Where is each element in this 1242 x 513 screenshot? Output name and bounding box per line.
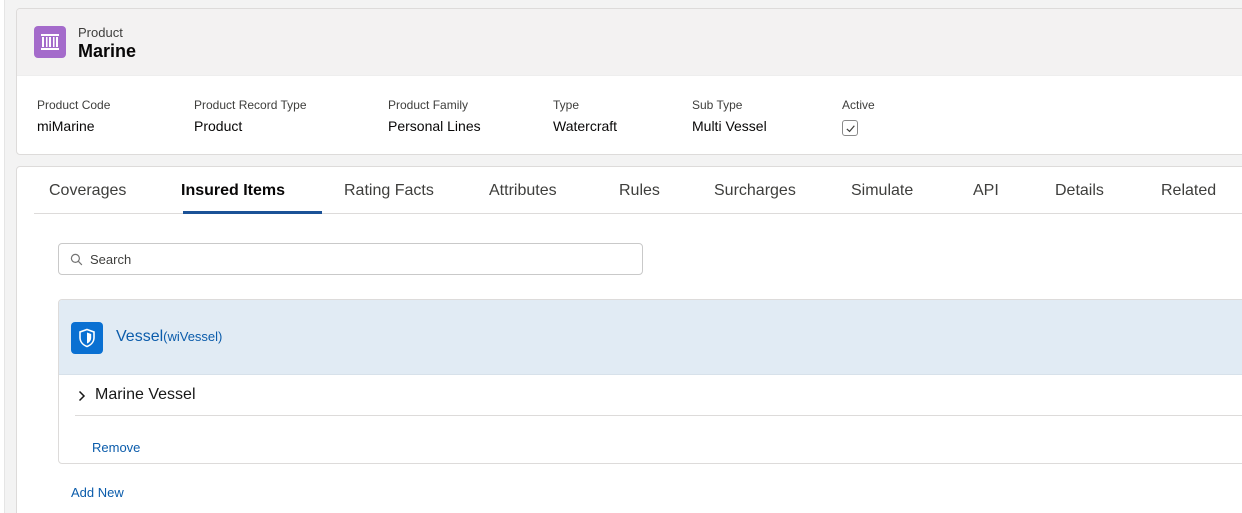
add-new-link[interactable]: Add New	[71, 485, 124, 500]
field-sub-type: Sub Type Multi Vessel	[692, 98, 767, 134]
tab-coverages[interactable]: Coverages	[49, 167, 126, 214]
tab-api[interactable]: API	[973, 167, 999, 214]
field-label: Product Family	[388, 98, 469, 112]
barcode-icon	[41, 34, 59, 50]
search-icon	[70, 253, 83, 266]
field-value: Personal Lines	[388, 118, 481, 134]
insured-item-name: Vessel	[116, 328, 164, 345]
search-box[interactable]	[58, 243, 643, 275]
tab-rules[interactable]: Rules	[619, 167, 660, 214]
field-label: Sub Type	[692, 98, 743, 112]
field-label: Product Record Type	[194, 98, 307, 112]
insured-item-link[interactable]: Vessel(wiVessel)	[116, 328, 222, 346]
remove-link[interactable]: Remove	[92, 440, 140, 455]
field-value: Product	[194, 118, 243, 134]
field-product-code: Product Code miMarine	[37, 98, 110, 134]
highlights-panel: Product Code miMarine Product Record Typ…	[17, 76, 1242, 154]
search-input[interactable]	[90, 244, 630, 274]
active-checkbox	[842, 120, 858, 136]
field-type: Type Watercraft	[553, 98, 617, 134]
record-title: Marine	[78, 41, 137, 61]
tab-related[interactable]: Related	[1161, 167, 1216, 214]
expandable-section-marine-vessel[interactable]: Marine Vessel	[75, 375, 1242, 416]
tab-details[interactable]: Details	[1055, 167, 1104, 214]
tab-bar: Coverages Insured Items Rating Facts Att…	[34, 167, 1242, 214]
insured-item-card: Vessel(wiVessel) Marine Vessel Remove	[58, 299, 1242, 464]
shield-icon	[79, 328, 95, 348]
field-label: Type	[553, 98, 580, 112]
checkmark-icon	[845, 124, 855, 132]
field-label: Product Code	[37, 98, 111, 112]
item-icon	[71, 322, 103, 354]
field-value: Watercraft	[553, 118, 618, 134]
page-left-edge	[0, 0, 5, 513]
section-label: Marine Vessel	[95, 386, 196, 403]
tab-surcharges[interactable]: Surcharges	[714, 167, 796, 214]
tab-rating-facts[interactable]: Rating Facts	[344, 167, 434, 214]
insured-item-header: Vessel(wiVessel)	[59, 300, 1242, 375]
chevron-right-icon	[78, 390, 86, 402]
tab-attributes[interactable]: Attributes	[489, 167, 557, 214]
active-tab-indicator	[183, 211, 322, 214]
field-label: Active	[842, 98, 875, 112]
tab-simulate[interactable]: Simulate	[851, 167, 913, 214]
insured-item-code: (wiVessel)	[163, 329, 223, 344]
object-label: Product	[78, 25, 123, 40]
record-header: Product Marine Product Code miMarine Pro…	[16, 8, 1242, 155]
product-icon	[34, 26, 66, 58]
field-product-family: Product Family Personal Lines	[388, 98, 481, 134]
main-panel: Coverages Insured Items Rating Facts Att…	[16, 166, 1242, 513]
field-value: Multi Vessel	[692, 118, 767, 134]
tab-insured-items[interactable]: Insured Items	[181, 167, 285, 214]
field-value: miMarine	[37, 118, 95, 134]
record-header-title-bar: Product Marine	[17, 9, 1242, 76]
field-product-record-type: Product Record Type Product	[194, 98, 307, 134]
field-active: Active	[842, 98, 875, 136]
